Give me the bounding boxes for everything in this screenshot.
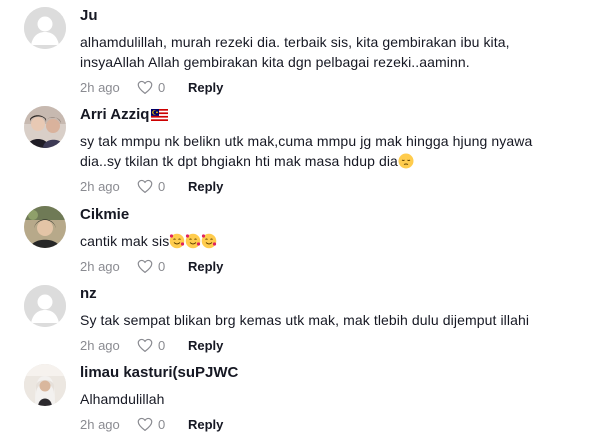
default-avatar-icon[interactable]: [24, 7, 66, 49]
comment-meta: 2h ago 0 Reply: [80, 77, 560, 97]
comment-meta: 2h ago 0 Reply: [80, 176, 560, 196]
comment-meta: 2h ago 0 Reply: [80, 256, 560, 276]
comment-author[interactable]: Arri Azziq: [80, 106, 560, 124]
comment-author[interactable]: nz: [80, 285, 560, 303]
user-avatar[interactable]: [24, 106, 66, 148]
comment-meta: 2h ago 0 Reply: [80, 414, 560, 434]
heart-outline-icon: [137, 259, 153, 273]
like-button[interactable]: 0: [136, 336, 182, 354]
comment-time: 2h ago: [80, 258, 120, 274]
comment-time: 2h ago: [80, 416, 120, 432]
pensive-face-icon: [398, 153, 414, 169]
comment-time: 2h ago: [80, 337, 120, 353]
comment-text: sy tak mmpu nk belikn utk mak,cuma mmpu …: [80, 133, 533, 169]
comment-author[interactable]: Cikmie: [80, 206, 560, 224]
heart-outline-icon: [137, 338, 153, 352]
user-avatar[interactable]: [24, 206, 66, 248]
comment-list: Ju alhamdulillah, murah rezeki dia. terb…: [0, 0, 590, 442]
reply-button[interactable]: Reply: [188, 338, 223, 353]
like-count: 0: [158, 416, 166, 432]
reply-button[interactable]: Reply: [188, 417, 223, 432]
comment-text: alhamdulillah, murah rezeki dia. terbaik…: [80, 34, 510, 70]
like-button[interactable]: 0: [136, 177, 182, 195]
comment-time: 2h ago: [80, 79, 120, 95]
like-count: 0: [158, 258, 166, 274]
like-count: 0: [158, 79, 166, 95]
heart-outline-icon: [137, 179, 153, 193]
heart-outline-icon: [137, 417, 153, 431]
comment-text: Sy tak sempat blikan brg kemas utk mak, …: [80, 312, 530, 328]
reply-button[interactable]: Reply: [188, 80, 223, 95]
like-count: 0: [158, 337, 166, 353]
comment-author[interactable]: Ju: [80, 7, 560, 25]
smiling-face-with-hearts-icon: [170, 233, 185, 249]
reply-button[interactable]: Reply: [188, 179, 223, 194]
heart-outline-icon: [137, 80, 153, 94]
like-button[interactable]: 0: [136, 78, 182, 96]
malaysia-flag-icon: [151, 109, 169, 121]
comment-time: 2h ago: [80, 178, 120, 194]
smiling-face-with-hearts-icon: [186, 233, 201, 249]
comment-text: cantik mak sis: [80, 231, 560, 251]
like-button[interactable]: 0: [136, 415, 182, 433]
like-count: 0: [158, 178, 166, 194]
reply-button[interactable]: Reply: [188, 259, 223, 274]
user-avatar[interactable]: [24, 364, 66, 406]
default-avatar-icon[interactable]: [24, 285, 66, 327]
like-button[interactable]: 0: [136, 257, 182, 275]
smiling-face-with-hearts-icon: [202, 233, 217, 249]
comment-text: Alhamdulillah: [80, 391, 165, 407]
comment-meta: 2h ago 0 Reply: [80, 335, 560, 355]
comment-author[interactable]: limau kasturi(suPJWC: [80, 364, 560, 382]
